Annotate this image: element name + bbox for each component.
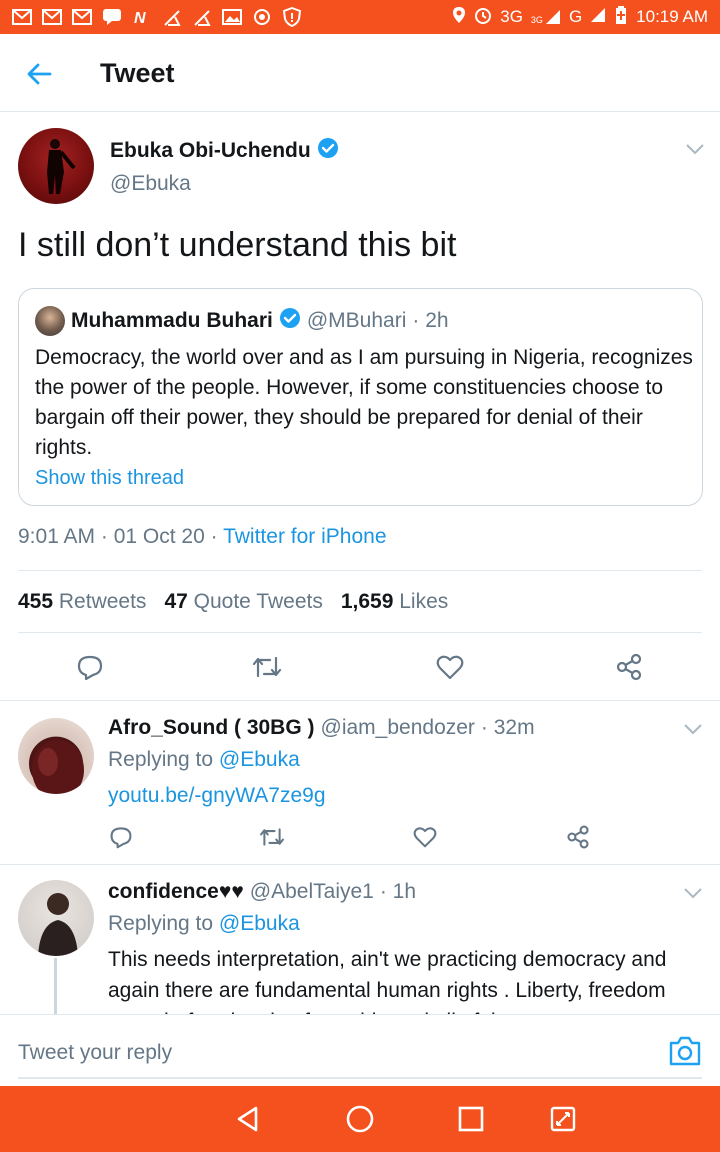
shield-notification-icon <box>282 7 302 27</box>
page-title: Tweet <box>100 58 175 88</box>
tweet-time: 9:01 AM <box>18 525 96 548</box>
quoted-tweet-text: Democracy, the world over and as I am pu… <box>35 346 693 459</box>
record-notification-icon <box>252 8 272 26</box>
gmail-notification-icon <box>42 8 62 26</box>
alarm-icon <box>474 6 492 29</box>
reply-icon[interactable] <box>73 650 107 684</box>
likes-count: 1,659 <box>340 590 394 613</box>
tweet-text: I still don’t understand this bit <box>18 226 457 264</box>
signal-icon: 3G <box>531 9 561 25</box>
retweets-count: 455 <box>18 590 54 613</box>
cleaner-notification-icon <box>162 8 182 26</box>
quoted-tweet-card[interactable]: Muhammadu Buhari @MBuhari · 2h Democracy… <box>18 288 703 506</box>
tweet-source-link[interactable]: Twitter for iPhone <box>223 525 386 548</box>
divider <box>18 570 702 571</box>
verified-badge-icon <box>279 307 301 335</box>
quoted-author-avatar <box>35 306 65 336</box>
quote-tweets-count: 47 <box>164 590 188 613</box>
reply-author-avatar[interactable] <box>18 880 94 956</box>
author-name[interactable]: Ebuka Obi-Uchendu <box>110 137 339 165</box>
location-icon <box>452 6 466 29</box>
clock-time: 10:19 AM <box>636 7 708 26</box>
quoted-author-name: Muhammadu Buhari <box>71 309 273 332</box>
news-notification-icon: N <box>132 8 152 26</box>
chat-notification-icon <box>102 8 122 26</box>
reply-icon[interactable] <box>104 820 138 854</box>
gmail-notification-icon <box>12 8 32 26</box>
reply-author-handle: @iam_bendozer <box>320 716 475 739</box>
tweet-meta: 9:01 AM · 01 Oct 20 · Twitter for iPhone <box>18 525 387 549</box>
like-icon[interactable] <box>408 820 442 854</box>
reply-author-name[interactable]: confidence♥♥ <box>108 880 244 904</box>
author-handle[interactable]: @Ebuka <box>110 172 191 196</box>
thread-connector-line <box>54 958 57 1018</box>
nav-recents-icon[interactable] <box>454 1102 488 1136</box>
quoted-tweet-header: Muhammadu Buhari @MBuhari · 2h <box>71 307 449 335</box>
author-name-text: Ebuka Obi-Uchendu <box>110 139 311 162</box>
system-indicators: 3G 3G G 10:19 AM <box>452 5 708 30</box>
notification-icons: N <box>12 7 302 27</box>
replying-to-label: Replying to <box>108 748 214 771</box>
retweet-icon[interactable] <box>255 820 289 854</box>
gallery-notification-icon <box>222 8 242 26</box>
reply-header: confidence♥♥ @AbelTaiye1 · 1h <box>108 880 416 904</box>
system-navigation-bar <box>0 1086 720 1152</box>
tweet-date: · 01 Oct 20 · <box>100 525 218 548</box>
like-icon[interactable] <box>433 650 467 684</box>
network-type-2-label: G <box>568 7 583 26</box>
network-small-label: 3G <box>530 15 543 25</box>
camera-icon[interactable] <box>667 1035 703 1067</box>
share-icon[interactable] <box>612 650 646 684</box>
reply-age: · 1h <box>379 880 417 903</box>
chevron-down-icon[interactable] <box>684 142 706 156</box>
reply-author-name[interactable]: Afro_Sound ( 30BG ) <box>108 716 315 740</box>
likes-stat[interactable]: 1,659 Likes <box>341 590 448 614</box>
signal-off-icon <box>590 7 606 28</box>
retweets-stat[interactable]: 455 Retweets <box>18 590 146 614</box>
retweets-label: Retweets <box>58 590 147 613</box>
reply-input[interactable]: Tweet your reply <box>18 1041 172 1065</box>
replying-to-handle-link[interactable]: @Ebuka <box>219 748 300 771</box>
app-header: Tweet <box>0 34 720 112</box>
likes-label: Likes <box>399 590 449 613</box>
verified-badge-icon <box>317 137 339 165</box>
quote-tweets-stat[interactable]: 47 Quote Tweets <box>164 590 322 614</box>
reply-author-avatar[interactable] <box>18 718 94 794</box>
quote-tweets-label: Quote Tweets <box>193 590 323 613</box>
nav-home-icon[interactable] <box>343 1102 377 1136</box>
back-arrow-icon[interactable] <box>22 56 58 92</box>
retweet-icon[interactable] <box>250 650 284 684</box>
quoted-tweet-age: · 2h <box>412 309 449 332</box>
share-icon[interactable] <box>561 820 595 854</box>
reply-author-handle: @AbelTaiye1 <box>249 880 374 903</box>
chevron-down-icon[interactable] <box>682 886 704 900</box>
battery-icon <box>614 5 628 30</box>
cleaner-notification-icon <box>192 8 212 26</box>
divider <box>0 700 720 701</box>
quoted-author-handle: @MBuhari <box>306 309 407 332</box>
composer-underline <box>18 1077 702 1079</box>
show-thread-link[interactable]: Show this thread <box>35 467 184 490</box>
author-avatar[interactable] <box>18 128 94 204</box>
tweet-actions <box>0 650 720 690</box>
reply-composer: Tweet your reply <box>0 1014 720 1086</box>
tweet-stats: 455 Retweets 47 Quote Tweets 1,659 Likes <box>18 590 448 614</box>
replying-to: Replying to @Ebuka <box>108 748 300 772</box>
nav-back-icon[interactable] <box>231 1102 265 1136</box>
svg-text:N: N <box>134 10 146 26</box>
reply-age: · 32m <box>480 716 535 739</box>
network-type-label: 3G <box>500 7 523 26</box>
gmail-notification-icon <box>72 8 92 26</box>
replying-to-label: Replying to <box>108 912 214 935</box>
nav-screenshot-icon[interactable] <box>546 1102 580 1136</box>
divider <box>0 864 720 865</box>
reply-actions <box>0 820 720 860</box>
chevron-down-icon[interactable] <box>682 722 704 736</box>
reply-header: Afro_Sound ( 30BG ) @iam_bendozer · 32m <box>108 716 535 740</box>
divider <box>18 632 702 633</box>
reply-link[interactable]: youtu.be/-gnyWA7ze9g <box>108 784 326 808</box>
status-bar: N 3G 3G G 10:19 AM <box>0 0 720 34</box>
replying-to-handle-link[interactable]: @Ebuka <box>219 912 300 935</box>
replying-to: Replying to @Ebuka <box>108 912 300 936</box>
